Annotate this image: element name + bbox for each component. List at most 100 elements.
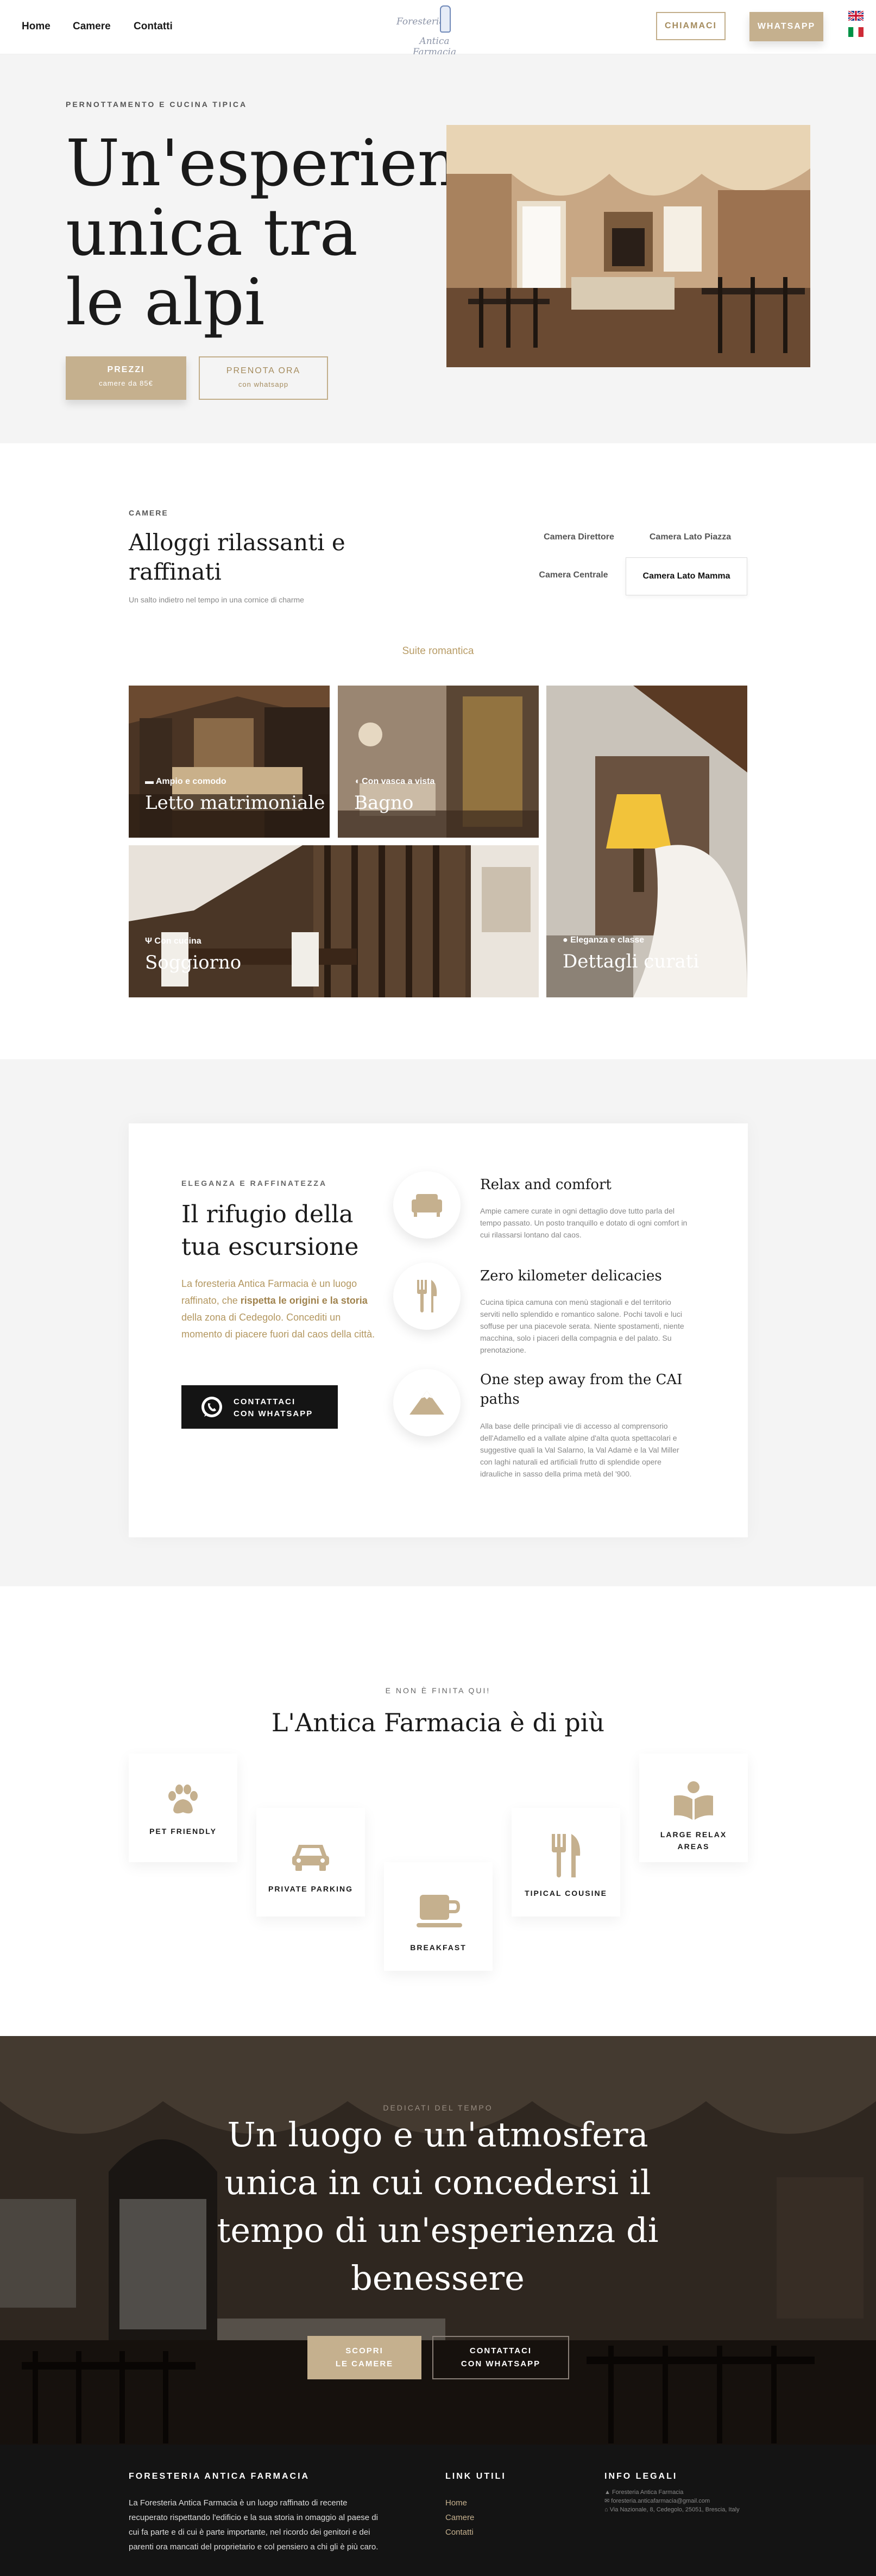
discover-rooms-line2: LE CAMERE <box>335 2359 394 2368</box>
feature-title-relax: Relax and comfort <box>480 1177 612 1193</box>
room-tile-details[interactable]: ● Eleganza e classe Dettagli curati <box>546 686 747 997</box>
feature-text-food: Cucina tipica camuna con menù stagionali… <box>480 1298 684 1354</box>
cutlery-icon <box>417 1280 437 1312</box>
amenity-label-pet: PET FRIENDLY <box>149 1827 217 1836</box>
prices-button-label: PREZZI <box>107 365 145 374</box>
footer-legal-email[interactable]: ✉ foresteria.anticafarmacia@gmail.com <box>604 2497 710 2505</box>
suite-label: Suite romantica <box>402 645 474 657</box>
banner-title: Un luogo e un'atmosfera unica in cui con… <box>217 2115 659 2298</box>
sofa-icon <box>412 1194 442 1217</box>
refuge-title: Il rifugio della tua escursione <box>181 1201 359 1261</box>
bath-icon-label: ◖ Con vasca a vista <box>354 777 435 786</box>
apothecary-jar-icon <box>440 5 451 33</box>
tile-title-bed: Letto matrimoniale <box>145 792 325 814</box>
tile-small-bath: Con vasca a vista <box>362 777 435 786</box>
feature-icon-food <box>393 1262 461 1330</box>
discover-rooms-line1: SCOPRI <box>345 2346 383 2355</box>
feature-title-food: Zero kilometer delicacies <box>480 1268 662 1284</box>
rooms-overline: CAMERE <box>129 508 168 517</box>
feature-icon-relax <box>393 1171 461 1239</box>
footer-link-camere[interactable]: Camere <box>445 2510 474 2525</box>
banner-whatsapp-button[interactable]: CONTATTACI CON WHATSAPP <box>432 2336 569 2379</box>
footer-links-title: LINK UTILI <box>445 2472 506 2481</box>
amenities-title: L'Antica Farmacia è di più <box>271 1708 605 1737</box>
amenity-label-cuisine: TIPICAL COUSINE <box>525 1889 607 1898</box>
feature-text-relax: Ampie camere curate in ogni dettaglio do… <box>480 1207 688 1239</box>
prices-button-sublabel: camere da 85€ <box>99 379 153 387</box>
feature-icon-paths <box>393 1369 461 1436</box>
car-icon <box>292 1845 329 1871</box>
nav-link-camere[interactable]: Camere <box>73 21 111 33</box>
contact-button-line2: CON WHATSAPP <box>234 1409 313 1418</box>
atmosphere-banner: DEDICATI DEL TEMPO Un luogo e un'atmosfe… <box>0 2036 876 2445</box>
tile-small-details: Eleganza e classe <box>570 935 645 945</box>
amenity-private-parking: PRIVATE PARKING <box>256 1808 365 1917</box>
site-logo[interactable]: Foresteria Antica Farmacia <box>393 3 464 58</box>
footer-legal-address: ⌂ Via Nazionale, 8, Cedegolo, 25051, Bre… <box>604 2506 740 2513</box>
lamp-icon-label: ● Eleganza e classe <box>563 935 645 945</box>
refuge-text-c: della zona di Cedegolo. Concediti un mom… <box>181 1312 375 1340</box>
hero-section: PERNOTTAMENTO E CUCINA TIPICA Un'esperie… <box>0 54 876 443</box>
hero-photo <box>446 125 810 367</box>
tab-camera-lato-mamma[interactable]: Camera Lato Mamma <box>626 557 747 595</box>
nav-link-contatti[interactable]: Contatti <box>134 21 173 33</box>
book-now-sublabel: con whatsapp <box>238 380 289 388</box>
hero-overline: PERNOTTAMENTO E CUCINA TIPICA <box>66 100 248 109</box>
prices-button[interactable]: PREZZI camere da 85€ <box>66 356 186 400</box>
footer-about-text: La Foresteria Antica Farmacia è un luogo… <box>129 2498 379 2552</box>
footer-link-home[interactable]: Home <box>445 2496 467 2510</box>
amenity-label-relax: LARGE RELAX AREAS <box>660 1830 727 1851</box>
cutlery-icon <box>552 1834 581 1877</box>
cutlery-icon-label: Ψ Con cucina <box>145 937 201 946</box>
footer: FORESTERIA ANTICA FARMACIA La Foresteria… <box>0 2445 876 2576</box>
contact-button-line1: CONTATTACI <box>234 1397 296 1406</box>
tab-camera-lato-piazza[interactable]: Camera Lato Piazza <box>633 532 747 542</box>
bed-icon-label: ▬ Ampio e comodo <box>145 777 226 786</box>
hero-title: Un'esperienza unica tra le alpi <box>66 125 531 340</box>
feature-title-paths: One step away from the CAI paths <box>480 1372 683 1408</box>
feature-text-paths: Alla base delle principali vie di access… <box>480 1422 679 1478</box>
amenity-label-breakfast: BREAKFAST <box>410 1943 467 1952</box>
top-navbar: Home Camere Contatti Foresteria Antica F… <box>0 0 876 58</box>
amenity-typical-cuisine: TIPICAL COUSINE <box>512 1808 620 1917</box>
tile-title-living: Soggiorno <box>145 952 242 973</box>
rooms-subtitle: Un salto indietro nel tempo in una corni… <box>129 595 304 604</box>
call-button[interactable]: CHIAMACI <box>656 12 726 40</box>
amenity-relax-areas: LARGE RELAX AREAS <box>639 1754 748 1862</box>
footer-legal-name-text: Foresteria Antica Farmacia <box>612 2489 684 2496</box>
amenities-overline: E NON È FINITA QUI! <box>385 1686 491 1695</box>
tile-title-bath: Bagno <box>354 792 414 814</box>
tile-small-bed: Ampio e comodo <box>155 777 226 786</box>
mountain-icon <box>409 1391 444 1415</box>
contact-whatsapp-button[interactable]: CONTATTACI CON WHATSAPP <box>181 1385 338 1429</box>
footer-legal-email-text: foresteria.anticafarmacia@gmail.com <box>611 2498 710 2504</box>
tab-camera-direttore[interactable]: Camera Direttore <box>525 532 633 542</box>
footer-legal-title: INFO LEGALI <box>604 2472 678 2481</box>
footer-link-contatti[interactable]: Contatti <box>445 2525 474 2540</box>
amenity-pet-friendly: PET FRIENDLY <box>129 1754 237 1862</box>
amenity-breakfast: BREAKFAST <box>384 1862 493 1971</box>
tile-title-details: Dettagli curati <box>563 951 699 972</box>
refuge-text-bold: rispetta le origini e la storia <box>240 1295 368 1306</box>
footer-legal-address-text: Via Nazionale, 8, Cedegolo, 25051, Bresc… <box>609 2506 740 2513</box>
refuge-overline: ELEGANZA E RAFFINATEZZA <box>181 1179 327 1188</box>
logo-line-1: Foresteria <box>396 16 445 27</box>
tab-camera-centrale[interactable]: Camera Centrale <box>519 570 628 580</box>
room-tile-bathroom[interactable]: ◖ Con vasca a vista Bagno <box>338 686 539 838</box>
discover-rooms-button[interactable]: SCOPRI LE CAMERE <box>307 2336 421 2379</box>
nav-link-home[interactable]: Home <box>22 21 51 33</box>
paw-icon <box>168 1785 198 1814</box>
banner-whatsapp-line2: CON WHATSAPP <box>461 2359 541 2368</box>
book-now-button[interactable]: PRENOTA ORA con whatsapp <box>199 356 328 400</box>
room-tile-bed[interactable]: ▬ Ampio e comodo Letto matrimoniale <box>129 686 330 838</box>
tile-small-living: Con cucina <box>154 937 201 946</box>
book-reader-icon <box>674 1781 713 1820</box>
whatsapp-button[interactable]: WHATSAPP <box>749 12 823 41</box>
italian-flag-icon[interactable] <box>848 27 864 37</box>
room-tile-living[interactable]: Ψ Con cucina Soggiorno <box>129 845 539 997</box>
book-now-label: PRENOTA ORA <box>226 366 301 375</box>
banner-whatsapp-line1: CONTATTACI <box>469 2346 532 2355</box>
whatsapp-icon <box>201 1397 222 1417</box>
rooms-title: Alloggi rilassanti e raffinati <box>129 529 345 585</box>
english-flag-icon[interactable] <box>848 11 864 21</box>
